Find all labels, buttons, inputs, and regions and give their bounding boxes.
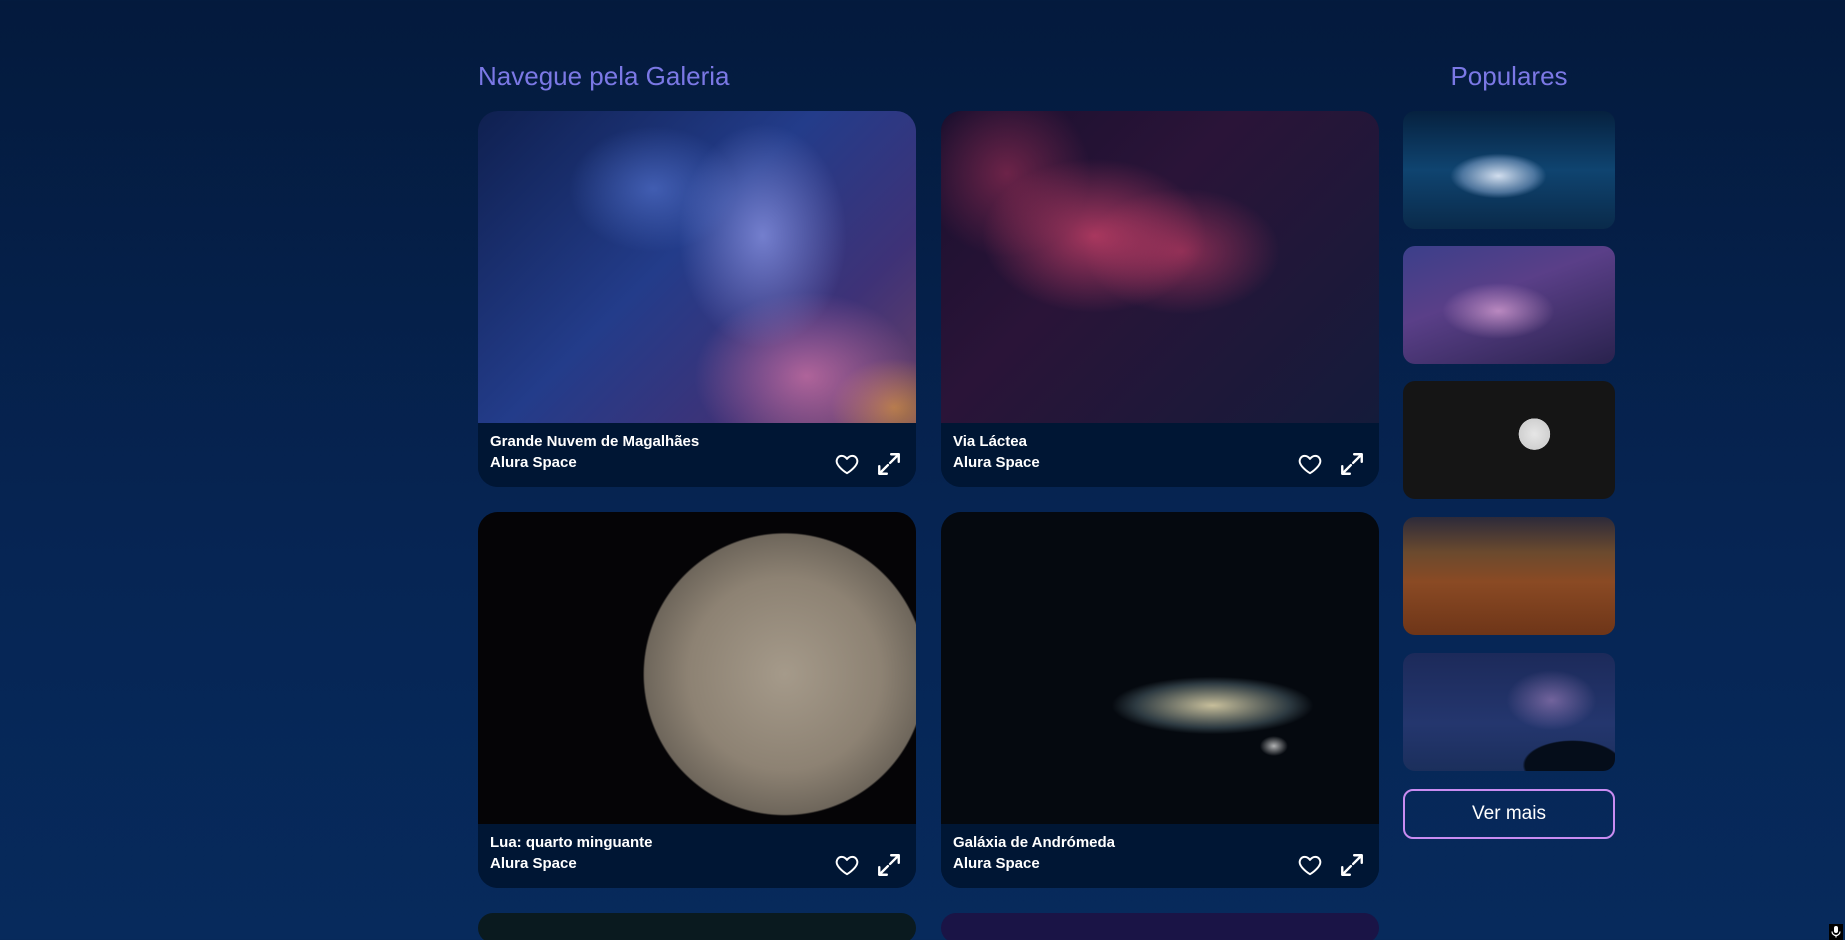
gallery-card-image[interactable] xyxy=(478,512,916,824)
see-more-button[interactable]: Ver mais xyxy=(1403,789,1615,839)
expand-button[interactable] xyxy=(1339,451,1365,477)
gallery-card-footer: Lua: quarto minguante Alura Space xyxy=(478,824,916,888)
expand-icon xyxy=(878,854,900,876)
gallery-card-source: Alura Space xyxy=(953,855,1040,872)
expand-button[interactable] xyxy=(876,852,902,878)
gallery-card-source: Alura Space xyxy=(490,454,577,471)
popular-section: Populares Ver mais xyxy=(1403,58,1615,839)
heart-icon xyxy=(835,454,859,475)
expand-button[interactable] xyxy=(876,451,902,477)
gallery-card: Lua: quarto minguante Alura Space xyxy=(478,512,916,888)
heart-icon xyxy=(835,855,859,876)
gallery-card-footer: Via Láctea Alura Space xyxy=(941,423,1379,487)
gallery-card-partial[interactable] xyxy=(941,913,1379,940)
microphone-icon[interactable] xyxy=(1829,924,1843,940)
popular-thumbnail[interactable] xyxy=(1403,381,1615,499)
favorite-button[interactable] xyxy=(1297,852,1323,878)
gallery-title: Navegue pela Galeria xyxy=(478,61,730,91)
heart-icon xyxy=(1298,855,1322,876)
gallery-card-title: Galáxia de Andrómeda xyxy=(953,834,1115,851)
popular-thumbnail[interactable] xyxy=(1403,653,1615,771)
gallery-card-title: Via Láctea xyxy=(953,433,1027,450)
favorite-button[interactable] xyxy=(1297,451,1323,477)
expand-icon xyxy=(1341,453,1363,475)
popular-thumbnail[interactable] xyxy=(1403,246,1615,364)
gallery-card-source: Alura Space xyxy=(953,454,1040,471)
gallery-card-footer: Galáxia de Andrómeda Alura Space xyxy=(941,824,1379,888)
popular-thumbnail[interactable] xyxy=(1403,111,1615,229)
popular-title: Populares xyxy=(1450,61,1568,91)
gallery-card-image[interactable] xyxy=(478,111,916,423)
popular-thumbnail[interactable] xyxy=(1403,517,1615,635)
expand-icon xyxy=(878,453,900,475)
favorite-button[interactable] xyxy=(834,451,860,477)
gallery-card-partial[interactable] xyxy=(478,913,916,940)
gallery-card: Via Láctea Alura Space xyxy=(941,111,1379,487)
expand-button[interactable] xyxy=(1339,852,1365,878)
gallery-card: Grande Nuvem de Magalhães Alura Space xyxy=(478,111,916,487)
gallery-card-image[interactable] xyxy=(941,111,1379,423)
heart-icon xyxy=(1298,454,1322,475)
gallery-card-title: Lua: quarto minguante xyxy=(490,834,653,851)
expand-icon xyxy=(1341,854,1363,876)
gallery-card-source: Alura Space xyxy=(490,855,577,872)
gallery-card-title: Grande Nuvem de Magalhães xyxy=(490,433,700,450)
gallery: Navegue pela Galeria Grande Nuvem de Mag… xyxy=(478,58,1380,940)
gallery-card: Galáxia de Andrómeda Alura Space xyxy=(941,512,1379,888)
gallery-card-image[interactable] xyxy=(941,512,1379,824)
favorite-button[interactable] xyxy=(834,852,860,878)
gallery-card-footer: Grande Nuvem de Magalhães Alura Space xyxy=(478,423,916,487)
